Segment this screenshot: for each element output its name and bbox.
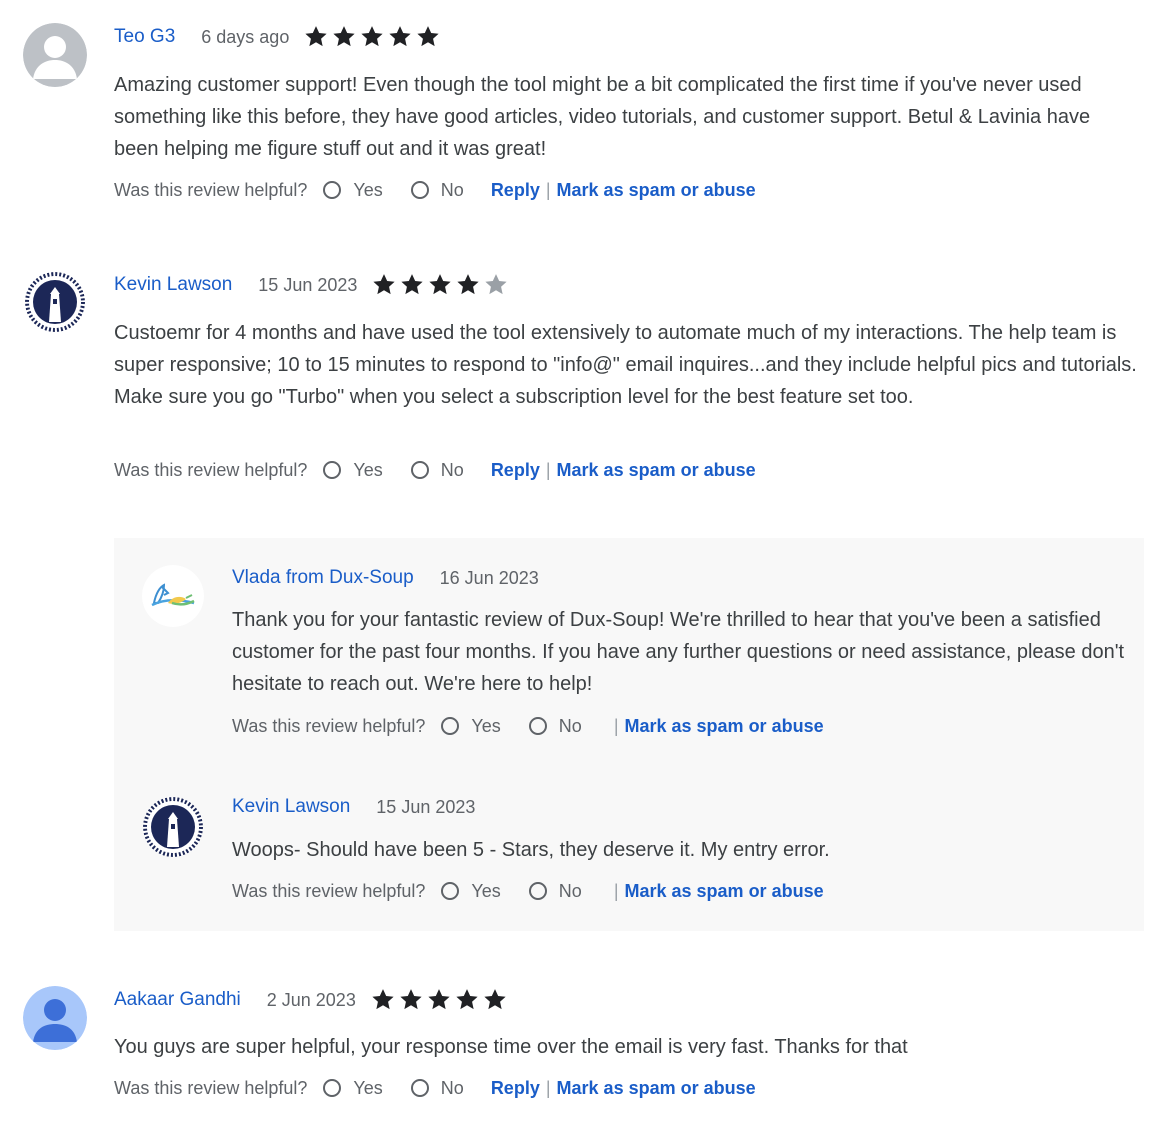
helpful-yes-option[interactable]: Yes xyxy=(441,880,501,902)
reply-date: 16 Jun 2023 xyxy=(439,567,539,588)
star-filled-icon xyxy=(401,274,424,295)
review-author[interactable]: Kevin Lawson xyxy=(114,274,232,296)
blue-user-avatar-icon xyxy=(23,986,87,1050)
star-rating xyxy=(371,272,511,298)
radio-button-icon[interactable] xyxy=(410,461,429,479)
helpful-row: Was this review helpful? Yes No Reply | … xyxy=(114,1073,756,1103)
star-filled-icon xyxy=(305,26,327,47)
radio-button-icon[interactable] xyxy=(410,1079,429,1097)
radio-button-icon[interactable] xyxy=(528,882,547,900)
mark-spam-link[interactable]: Mark as spam or abuse xyxy=(557,1078,756,1099)
helpful-no-label: No xyxy=(440,179,464,200)
review-date: 2 Jun 2023 xyxy=(266,989,356,1010)
star-filled-icon xyxy=(400,989,422,1010)
helpful-yes-label: Yes xyxy=(471,715,501,736)
lighthouse-avatar-icon xyxy=(143,797,203,857)
mark-spam-link[interactable]: Mark as spam or abuse xyxy=(625,881,824,902)
reply-author[interactable]: Kevin Lawson xyxy=(232,796,350,818)
helpful-yes-option[interactable]: Yes xyxy=(323,459,383,481)
star-filled-icon xyxy=(417,26,439,47)
dux-soup-logo-avatar-icon xyxy=(142,565,204,627)
helpful-no-option[interactable]: No xyxy=(410,459,464,481)
helpful-no-option[interactable]: No xyxy=(528,715,582,737)
helpful-row: Was this review helpful? Yes No Reply | … xyxy=(114,175,756,205)
radio-button-icon[interactable] xyxy=(528,717,547,735)
link-separator: | xyxy=(613,715,619,736)
review-date: 6 days ago xyxy=(201,26,290,47)
reply-text: Thank you for your fantastic review of D… xyxy=(232,609,1125,695)
star-filled-icon xyxy=(373,274,396,295)
helpful-no-label: No xyxy=(558,880,582,901)
star-empty-icon xyxy=(485,274,508,295)
helpful-yes-option[interactable]: Yes xyxy=(323,179,383,201)
reply-author[interactable]: Vlada from Dux-Soup xyxy=(232,567,414,589)
helpful-yes-option[interactable]: Yes xyxy=(323,1077,383,1099)
link-separator: | xyxy=(613,880,619,901)
helpful-yes-label: Yes xyxy=(353,179,383,200)
reply-link[interactable]: Reply xyxy=(491,1078,540,1099)
helpful-yes-label: Yes xyxy=(353,459,383,480)
review-author[interactable]: Teo G3 xyxy=(114,26,175,48)
radio-button-icon[interactable] xyxy=(323,461,342,479)
mark-spam-link[interactable]: Mark as spam or abuse xyxy=(625,716,824,737)
helpful-row: Was this review helpful? Yes No Reply | … xyxy=(114,455,756,485)
star-filled-icon xyxy=(457,274,480,295)
review-text: Custoemr for 4 months and have used the … xyxy=(114,322,1137,408)
star-filled-icon xyxy=(428,989,450,1010)
helpful-no-label: No xyxy=(440,1077,464,1098)
star-filled-icon xyxy=(456,989,478,1010)
helpful-row: Was this review helpful? Yes No | Mark a… xyxy=(232,876,824,906)
helpful-yes-label: Yes xyxy=(353,1077,383,1098)
reply-link[interactable]: Reply xyxy=(491,460,540,481)
radio-button-icon[interactable] xyxy=(410,181,429,199)
helpful-question: Was this review helpful? xyxy=(114,1077,308,1098)
helpful-question: Was this review helpful? xyxy=(114,459,308,480)
helpful-row: Was this review helpful? Yes No | Mark a… xyxy=(232,711,824,741)
review-author[interactable]: Aakaar Gandhi xyxy=(114,989,241,1011)
star-filled-icon xyxy=(429,274,452,295)
link-separator: | xyxy=(545,179,551,200)
radio-button-icon[interactable] xyxy=(441,717,460,735)
helpful-yes-label: Yes xyxy=(471,880,501,901)
link-separator: | xyxy=(545,459,551,480)
helpful-no-label: No xyxy=(440,459,464,480)
reply-text: Woops- Should have been 5 - Stars, they … xyxy=(232,839,830,861)
review-text: You guys are super helpful, your respons… xyxy=(114,1036,908,1058)
lighthouse-avatar-icon xyxy=(25,272,85,332)
star-filled-icon xyxy=(361,26,383,47)
star-rating xyxy=(370,987,510,1013)
review-text: Amazing customer support! Even though th… xyxy=(114,74,1091,160)
helpful-no-option[interactable]: No xyxy=(410,1077,464,1099)
star-filled-icon xyxy=(372,989,394,1010)
radio-button-icon[interactable] xyxy=(441,882,460,900)
helpful-no-option[interactable]: No xyxy=(528,880,582,902)
review-date: 15 Jun 2023 xyxy=(258,274,358,295)
helpful-no-label: No xyxy=(558,715,582,736)
helpful-question: Was this review helpful? xyxy=(232,880,426,901)
radio-button-icon[interactable] xyxy=(323,1079,342,1097)
star-filled-icon xyxy=(484,989,506,1010)
star-filled-icon xyxy=(333,26,355,47)
helpful-yes-option[interactable]: Yes xyxy=(441,715,501,737)
helpful-question: Was this review helpful? xyxy=(114,179,308,200)
star-filled-icon xyxy=(389,26,411,47)
reply-link[interactable]: Reply xyxy=(491,180,540,201)
mark-spam-link[interactable]: Mark as spam or abuse xyxy=(557,180,756,201)
default-user-avatar-icon xyxy=(23,23,87,87)
link-separator: | xyxy=(545,1077,551,1098)
helpful-no-option[interactable]: No xyxy=(410,179,464,201)
radio-button-icon[interactable] xyxy=(323,181,342,199)
mark-spam-link[interactable]: Mark as spam or abuse xyxy=(557,460,756,481)
helpful-question: Was this review helpful? xyxy=(232,715,426,736)
star-rating xyxy=(303,24,443,50)
reply-date: 15 Jun 2023 xyxy=(376,796,476,817)
